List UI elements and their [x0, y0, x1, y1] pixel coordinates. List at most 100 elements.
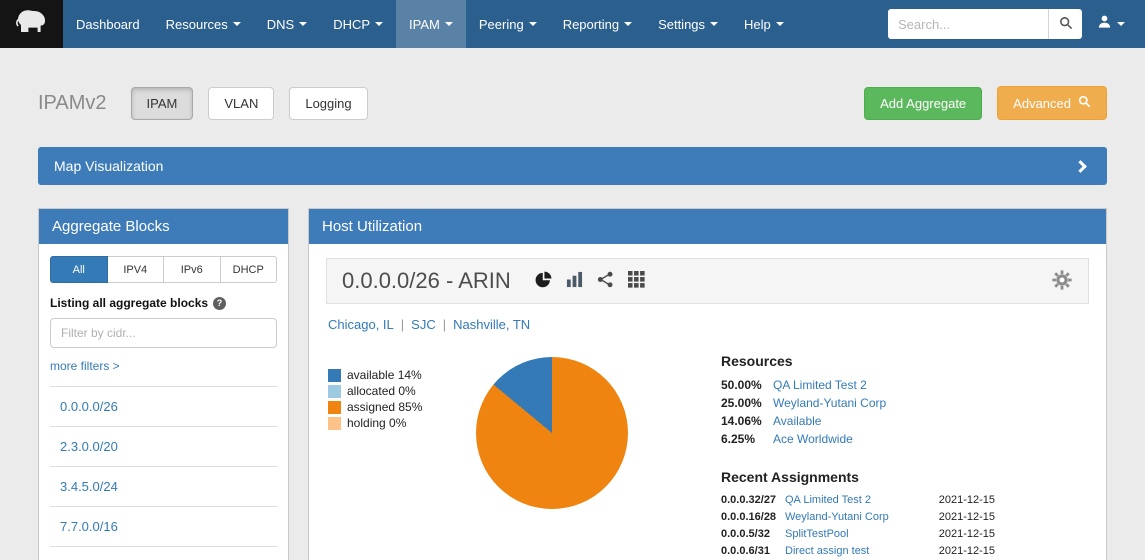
location-links: Chicago, IL | SJC | Nashville, TN [326, 304, 1089, 332]
legend-swatch-available [328, 369, 341, 382]
tab-all[interactable]: All [50, 256, 108, 283]
legend-item: holding 0% [328, 416, 476, 431]
pie-legend: available 14% allocated 0% assigned 85% … [328, 353, 476, 560]
resources-heading: Resources [721, 353, 995, 369]
resource-link[interactable]: QA Limited Test 2 [773, 378, 867, 392]
mammoth-icon [12, 6, 52, 43]
map-visualization-label: Map Visualization [54, 158, 163, 174]
separator: | [443, 317, 446, 332]
resource-row: 25.00%Weyland-Yutani Corp [721, 396, 995, 410]
legend-item: assigned 85% [328, 400, 476, 415]
aggregate-blocks-panel: Aggregate Blocks All IPV4 IPv6 DHCP List… [38, 208, 289, 560]
assignment-link[interactable]: Direct assign test [785, 545, 939, 557]
caret-down-icon [529, 22, 537, 26]
aggregate-block-list: 0.0.0.0/26 2.3.0.0/20 3.4.5.0/24 7.7.0.0… [50, 386, 277, 560]
caret-down-icon [445, 22, 453, 26]
aggregate-block-row[interactable] [50, 547, 277, 560]
aggregate-block-row[interactable]: 2.3.0.0/20 [50, 427, 277, 467]
assignment-link[interactable]: SplitTestPool [785, 528, 939, 540]
advanced-button[interactable]: Advanced [997, 86, 1107, 120]
content-columns: Aggregate Blocks All IPV4 IPv6 DHCP List… [38, 208, 1107, 560]
resource-link[interactable]: Weyland-Yutani Corp [773, 396, 886, 410]
utilization-chart-row: available 14% allocated 0% assigned 85% … [326, 332, 1089, 560]
resource-row: 14.06%Available [721, 414, 995, 428]
resource-link[interactable]: Ace Worldwide [773, 432, 853, 446]
assignment-row: 0.0.0.32/27QA Limited Test 22021-12-15 [721, 494, 995, 506]
user-menu[interactable] [1082, 14, 1141, 34]
nav-dhcp[interactable]: DHCP [320, 0, 396, 48]
location-link[interactable]: Chicago, IL [328, 317, 394, 332]
location-link[interactable]: SJC [411, 317, 436, 332]
legend-swatch-holding [328, 417, 341, 430]
nav-peering[interactable]: Peering [466, 0, 550, 48]
block-toolbar: 0.0.0.0/26 - ARIN [326, 258, 1089, 304]
caret-down-icon [1117, 22, 1125, 26]
caret-down-icon [776, 22, 784, 26]
more-filters-link[interactable]: more filters > [50, 359, 120, 373]
assignment-link[interactable]: Weyland-Yutani Corp [785, 511, 939, 523]
assignment-link[interactable]: QA Limited Test 2 [785, 494, 939, 506]
legend-swatch-assigned [328, 401, 341, 414]
share-button[interactable] [597, 271, 614, 291]
view-button-ipam[interactable]: IPAM [131, 87, 194, 120]
host-utilization-header: Host Utilization [309, 209, 1106, 244]
host-utilization-panel: Host Utilization 0.0.0.0/26 - ARIN [308, 208, 1107, 560]
grid-view-button[interactable] [628, 271, 645, 291]
search-icon [1059, 16, 1073, 33]
nav-resources[interactable]: Resources [153, 0, 254, 48]
gear-icon [1051, 269, 1073, 294]
user-icon [1097, 14, 1112, 34]
bar-chart-icon [566, 271, 583, 291]
search-input[interactable] [888, 9, 1048, 39]
view-button-logging[interactable]: Logging [289, 87, 367, 120]
aggregate-block-row[interactable]: 3.4.5.0/24 [50, 467, 277, 507]
aggregate-blocks-header: Aggregate Blocks [39, 209, 288, 244]
recent-assignments: Recent Assignments 0.0.0.32/27QA Limited… [721, 469, 995, 560]
settings-button[interactable] [1051, 269, 1073, 294]
aggregate-blocks-body: All IPV4 IPv6 DHCP Listing all aggregate… [39, 244, 288, 560]
aggregate-block-row[interactable]: 0.0.0.0/26 [50, 387, 277, 427]
nav-dns[interactable]: DNS [254, 0, 320, 48]
top-navbar: Dashboard Resources DNS DHCP IPAM Peerin… [0, 0, 1145, 48]
nav-help[interactable]: Help [731, 0, 797, 48]
assignment-row: 0.0.0.5/32SplitTestPool2021-12-15 [721, 528, 995, 540]
aggregate-block-row[interactable]: 7.7.0.0/16 [50, 507, 277, 547]
caret-down-icon [624, 22, 632, 26]
recent-assignments-heading: Recent Assignments [721, 469, 995, 485]
nav-ipam[interactable]: IPAM [396, 0, 466, 48]
chevron-right-icon [1074, 160, 1087, 173]
caret-down-icon [710, 22, 718, 26]
legend-swatch-allocated [328, 385, 341, 398]
assignment-row: 0.0.0.16/28Weyland-Yutani Corp2021-12-15 [721, 511, 995, 523]
search-button[interactable] [1048, 9, 1082, 39]
search-icon [1078, 95, 1091, 111]
bar-chart-view-button[interactable] [566, 271, 583, 291]
nav-dashboard[interactable]: Dashboard [63, 0, 153, 48]
page-header: IPAMv2 IPAM VLAN Logging Add Aggregate A… [38, 86, 1107, 120]
map-visualization-bar[interactable]: Map Visualization [38, 147, 1107, 185]
caret-down-icon [299, 22, 307, 26]
tab-ipv6[interactable]: IPv6 [164, 256, 221, 283]
pie-chart-view-button[interactable] [535, 271, 552, 291]
pie-chart-icon [535, 271, 552, 291]
host-utilization-body: 0.0.0.0/26 - ARIN [309, 244, 1106, 560]
legend-item: allocated 0% [328, 384, 476, 399]
location-link[interactable]: Nashville, TN [453, 317, 530, 332]
nav-settings[interactable]: Settings [645, 0, 731, 48]
help-icon[interactable]: ? [213, 297, 226, 310]
resource-link[interactable]: Available [773, 414, 821, 428]
assignment-row: 0.0.0.6/31Direct assign test2021-12-15 [721, 545, 995, 557]
tab-ipv4[interactable]: IPV4 [108, 256, 165, 283]
tab-dhcp[interactable]: DHCP [221, 256, 278, 283]
caret-down-icon [375, 22, 383, 26]
view-button-vlan[interactable]: VLAN [208, 87, 274, 120]
add-aggregate-button[interactable]: Add Aggregate [864, 87, 982, 120]
aggregate-filter-tabs: All IPV4 IPv6 DHCP [50, 256, 277, 283]
utilization-pie-chart [476, 357, 628, 509]
cidr-filter-input[interactable] [50, 318, 277, 348]
nav-reporting[interactable]: Reporting [550, 0, 645, 48]
app-logo[interactable] [0, 0, 63, 48]
grid-icon [628, 271, 645, 291]
block-title: 0.0.0.0/26 - ARIN [342, 268, 511, 294]
separator: | [401, 317, 404, 332]
